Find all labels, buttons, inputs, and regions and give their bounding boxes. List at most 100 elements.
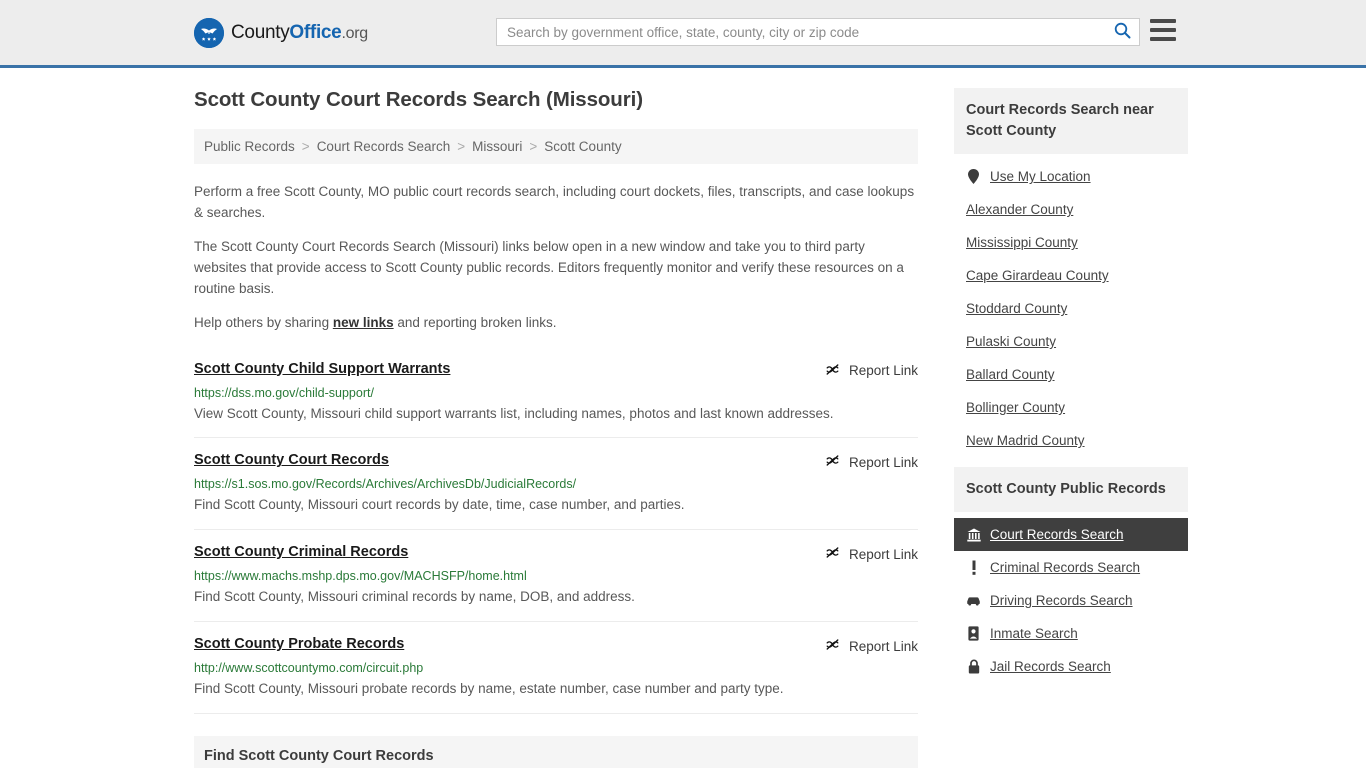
result-url: https://dss.mo.gov/child-support/ — [194, 385, 374, 400]
sidebar-item-label[interactable]: Inmate Search — [990, 626, 1078, 641]
breadcrumb-item-public-records[interactable]: Public Records — [204, 139, 295, 154]
result-description: Find Scott County, Missouri court record… — [194, 497, 685, 513]
sidebar-item-label[interactable]: Court Records Search — [990, 527, 1124, 542]
sidebar-item-driving-records-search[interactable]: Driving Records Search — [954, 584, 1188, 617]
sidebar-item-bollinger-county[interactable]: Bollinger County — [954, 391, 1188, 424]
intro-paragraph-2: The Scott County Court Records Search (M… — [194, 238, 904, 296]
sidebar-item-label[interactable]: Stoddard County — [966, 301, 1067, 316]
sidebar-item-label[interactable]: Bollinger County — [966, 400, 1065, 415]
breadcrumb-item-missouri[interactable]: Missouri — [472, 139, 522, 154]
result-title-link[interactable]: Scott County Court Records — [194, 452, 389, 468]
new-links-link[interactable]: new links — [333, 315, 394, 330]
sidebar-item-label[interactable]: Use My Location — [990, 169, 1091, 184]
hamburger-bar — [1150, 37, 1176, 41]
find-records-section-heading: Find Scott County Court Records — [194, 736, 918, 768]
page-body: Scott County Court Records Search (Misso… — [0, 68, 1366, 768]
car-icon — [966, 595, 981, 606]
result-item: Scott County Criminal Records Report Lin… — [194, 530, 918, 623]
public-records-list: Court Records Search Criminal Records Se… — [954, 512, 1188, 685]
hamburger-bar — [1150, 28, 1176, 32]
intro-paragraph-3: Help others by sharing new links and rep… — [194, 313, 918, 334]
intro-text: Perform a free Scott County, MO public c… — [194, 182, 918, 334]
breadcrumb-item-court-records-search[interactable]: Court Records Search — [317, 139, 451, 154]
report-link-label: Report Link — [848, 363, 918, 379]
logo-text-office: Office — [289, 21, 342, 43]
courthouse-icon — [966, 528, 981, 542]
report-link-button[interactable]: Report Link — [825, 544, 918, 563]
sidebar-item-ballard-county[interactable]: Ballard County — [954, 358, 1188, 391]
breadcrumb-separator: > — [457, 139, 466, 154]
result-url: https://www.machs.mshp.dps.mo.gov/MACHSF… — [194, 569, 527, 584]
broken-link-icon — [825, 545, 840, 563]
breadcrumb-item-scott-county[interactable]: Scott County — [544, 139, 621, 154]
site-logo[interactable]: CountyOffice.org — [194, 17, 368, 48]
broken-link-icon — [825, 453, 840, 471]
search-button[interactable] — [1105, 19, 1139, 45]
sidebar-item-court-records-search[interactable]: Court Records Search — [954, 518, 1188, 552]
sidebar-item-cape-girardeau-county[interactable]: Cape Girardeau County — [954, 259, 1188, 292]
sidebar-item-label[interactable]: Mississippi County — [966, 235, 1078, 250]
nearby-county-list: Use My Location Alexander County Mississ… — [954, 154, 1188, 459]
logo-text-county: County — [231, 21, 290, 43]
broken-link-icon — [825, 637, 840, 655]
intro-p3-after: and reporting broken links. — [393, 314, 557, 330]
intro-paragraph-1: Perform a free Scott County, MO public c… — [194, 184, 915, 220]
result-title-link[interactable]: Scott County Child Support Warrants — [194, 361, 450, 377]
sidebar-item-label[interactable]: New Madrid County — [966, 433, 1085, 448]
breadcrumb-separator: > — [529, 139, 538, 154]
report-link-label: Report Link — [848, 454, 918, 470]
result-item: Scott County Court Records Report Link h… — [194, 438, 918, 531]
sidebar-item-label[interactable]: Alexander County — [966, 202, 1073, 217]
sidebar-item-label[interactable]: Driving Records Search — [990, 593, 1133, 608]
logo-text-org: .org — [341, 24, 368, 42]
map-pin-icon — [966, 169, 981, 185]
result-description: Find Scott County, Missouri probate reco… — [194, 681, 784, 697]
lock-icon — [966, 659, 981, 674]
sidebar-item-criminal-records-search[interactable]: Criminal Records Search — [954, 551, 1188, 584]
sidebar-item-jail-records-search[interactable]: Jail Records Search — [954, 650, 1188, 683]
breadcrumb: Public Records > Court Records Search > … — [194, 129, 918, 164]
intro-p3-before: Help others by sharing — [194, 314, 333, 330]
result-description: View Scott County, Missouri child suppor… — [194, 405, 834, 421]
public-records-panel-title: Scott County Public Records — [954, 467, 1188, 513]
result-item: Scott County Probate Records Report Link — [194, 622, 918, 715]
sidebar-item-alexander-county[interactable]: Alexander County — [954, 193, 1188, 226]
nearby-panel-title: Court Records Search near Scott County — [954, 88, 1188, 155]
result-title-link[interactable]: Scott County Probate Records — [194, 636, 404, 652]
report-link-label: Report Link — [848, 638, 918, 654]
result-description: Find Scott County, Missouri criminal rec… — [194, 589, 635, 605]
sidebar-item-label[interactable]: Jail Records Search — [990, 659, 1111, 674]
sidebar-item-new-madrid-county[interactable]: New Madrid County — [954, 424, 1188, 457]
report-link-button[interactable]: Report Link — [825, 636, 918, 655]
main-content: Scott County Court Records Search (Misso… — [194, 88, 918, 768]
report-link-button[interactable]: Report Link — [825, 361, 918, 380]
breadcrumb-separator: > — [301, 139, 310, 154]
report-link-label: Report Link — [848, 546, 918, 562]
sidebar-item-inmate-search[interactable]: Inmate Search — [954, 617, 1188, 650]
id-card-icon — [966, 626, 981, 641]
result-title-link[interactable]: Scott County Criminal Records — [194, 544, 408, 560]
sidebar-item-label[interactable]: Criminal Records Search — [990, 560, 1140, 575]
hamburger-menu-icon[interactable] — [1150, 19, 1176, 41]
exclamation-icon — [966, 560, 981, 575]
panel-spacer — [954, 459, 1188, 467]
result-url: http://www.scottcountymo.com/circuit.php — [194, 661, 424, 676]
sidebar: Court Records Search near Scott County U… — [954, 88, 1188, 768]
result-item: Scott County Child Support Warrants Repo… — [194, 347, 918, 439]
sidebar-item-mississippi-county[interactable]: Mississippi County — [954, 226, 1188, 259]
broken-link-icon — [825, 362, 840, 380]
sidebar-item-label[interactable]: Pulaski County — [966, 334, 1056, 349]
sidebar-item-stoddard-county[interactable]: Stoddard County — [954, 292, 1188, 325]
sidebar-item-label[interactable]: Ballard County — [966, 367, 1055, 382]
sidebar-item-use-my-location[interactable]: Use My Location — [954, 160, 1188, 193]
sidebar-item-pulaski-county[interactable]: Pulaski County — [954, 325, 1188, 358]
page-title: Scott County Court Records Search (Misso… — [194, 88, 643, 111]
result-url: https://s1.sos.mo.gov/Records/Archives/A… — [194, 477, 577, 492]
countyoffice-eagle-logo-icon — [194, 17, 224, 48]
report-link-button[interactable]: Report Link — [825, 452, 918, 471]
search-icon — [1114, 22, 1131, 42]
search-input[interactable] — [497, 19, 1105, 45]
sidebar-item-label[interactable]: Cape Girardeau County — [966, 268, 1109, 283]
hamburger-bar — [1150, 19, 1176, 23]
search-bar[interactable] — [496, 18, 1140, 46]
